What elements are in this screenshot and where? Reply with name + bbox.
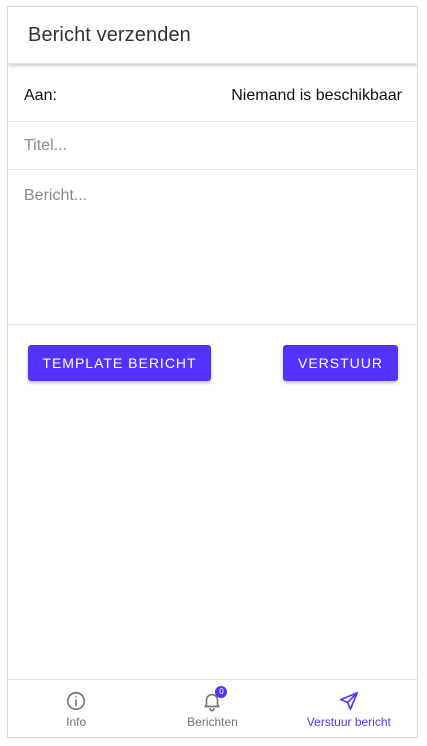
bell-icon-wrap: 0 [201,686,228,712]
tab-info[interactable]: Info [8,680,144,737]
info-icon [67,691,86,711]
template-message-button[interactable]: Template bericht [28,345,211,381]
recipient-row[interactable]: Aan: Niemand is beschikbaar [8,65,417,122]
tab-messages[interactable]: 0 Berichten [144,680,280,737]
app-frame: Bericht verzenden Aan: Niemand is beschi… [7,6,418,738]
tab-send-message[interactable]: Verstuur bericht [281,680,417,737]
page-title: Bericht verzenden [28,24,191,46]
messages-badge: 0 [215,686,228,698]
send-button[interactable]: Verstuur [283,345,398,381]
recipient-value[interactable]: Niemand is beschikbaar [231,87,402,105]
recipient-label: Aan: [24,87,57,104]
tab-send-message-label: Verstuur bericht [306,715,391,729]
app-header: Bericht verzenden [8,7,417,64]
message-input[interactable] [8,171,417,325]
tab-info-label: Info [66,715,87,729]
send-icon [339,691,358,711]
title-input[interactable] [8,122,417,170]
bottom-tab-bar: Info 0 Berichten Verstuur bericht [8,679,417,737]
tab-messages-label: Berichten [187,715,238,729]
